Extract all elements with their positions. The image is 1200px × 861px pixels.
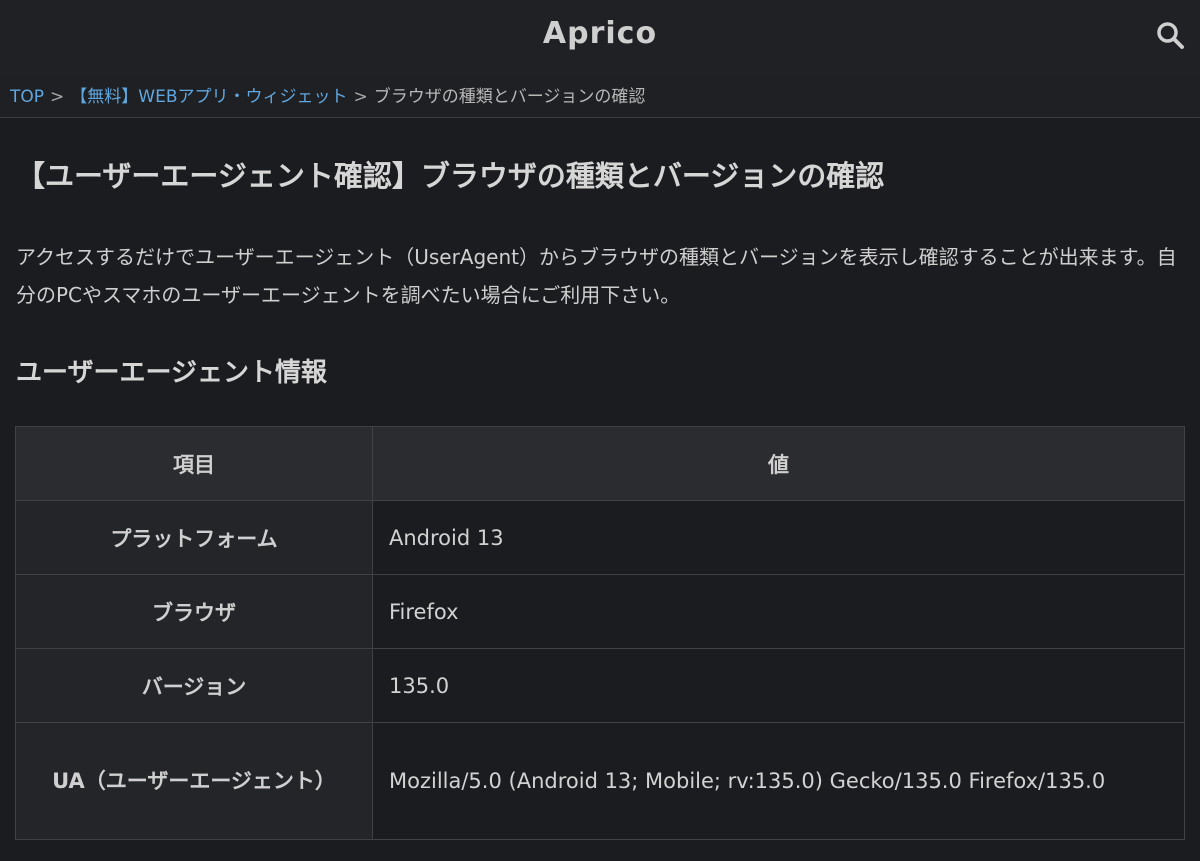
table-row-browser: ブラウザ Firefox — [15, 574, 1185, 649]
breadcrumb-bar: TOP > 【無料】WEBアプリ・ウィジェット > ブラウザの種類とバージョンの確認 — [0, 76, 1200, 118]
row-value: 135.0 — [372, 648, 1185, 723]
column-header-item: 項目 — [15, 426, 373, 501]
row-label: ブラウザ — [15, 574, 373, 649]
row-value: Firefox — [372, 574, 1185, 649]
row-label: バージョン — [15, 648, 373, 723]
row-value: Android 13 — [372, 500, 1185, 575]
search-icon — [1157, 22, 1184, 49]
row-label: プラットフォーム — [15, 500, 373, 575]
breadcrumb-link-category[interactable]: 【無料】WEBアプリ・ウィジェット — [70, 87, 347, 107]
intro-text: アクセスするだけでユーザーエージェント（UserAgent）からブラウザの種類と… — [16, 245, 1177, 307]
table-row-version: バージョン 135.0 — [15, 648, 1185, 723]
row-value: Mozilla/5.0 (Android 13; Mobile; rv:135.… — [372, 722, 1185, 840]
breadcrumb-separator: > — [50, 87, 65, 107]
table-header-row: 項目 値 — [15, 426, 1185, 501]
breadcrumb: TOP > 【無料】WEBアプリ・ウィジェット > ブラウザの種類とバージョンの確認 — [10, 82, 645, 107]
breadcrumb-link-top[interactable]: TOP — [10, 87, 44, 107]
section-heading: ユーザーエージェント情報 — [16, 358, 327, 388]
breadcrumb-current: ブラウザの種類とバージョンの確認 — [373, 87, 646, 107]
user-agent-table: 項目 値 プラットフォーム Android 13 ブラウザ Firefox バー… — [15, 426, 1185, 840]
site-title[interactable]: Aprico — [0, 16, 1200, 51]
search-button[interactable] — [1150, 15, 1190, 55]
row-label: UA（ユーザーエージェント） — [15, 722, 373, 840]
table-row-platform: プラットフォーム Android 13 — [15, 500, 1185, 575]
column-header-value: 値 — [372, 426, 1185, 501]
breadcrumb-separator: > — [353, 87, 368, 107]
table-row-user-agent: UA（ユーザーエージェント） Mozilla/5.0 (Android 13; … — [15, 722, 1185, 840]
page-title: 【ユーザーエージェント確認】ブラウザの種類とバージョンの確認 — [16, 159, 885, 193]
